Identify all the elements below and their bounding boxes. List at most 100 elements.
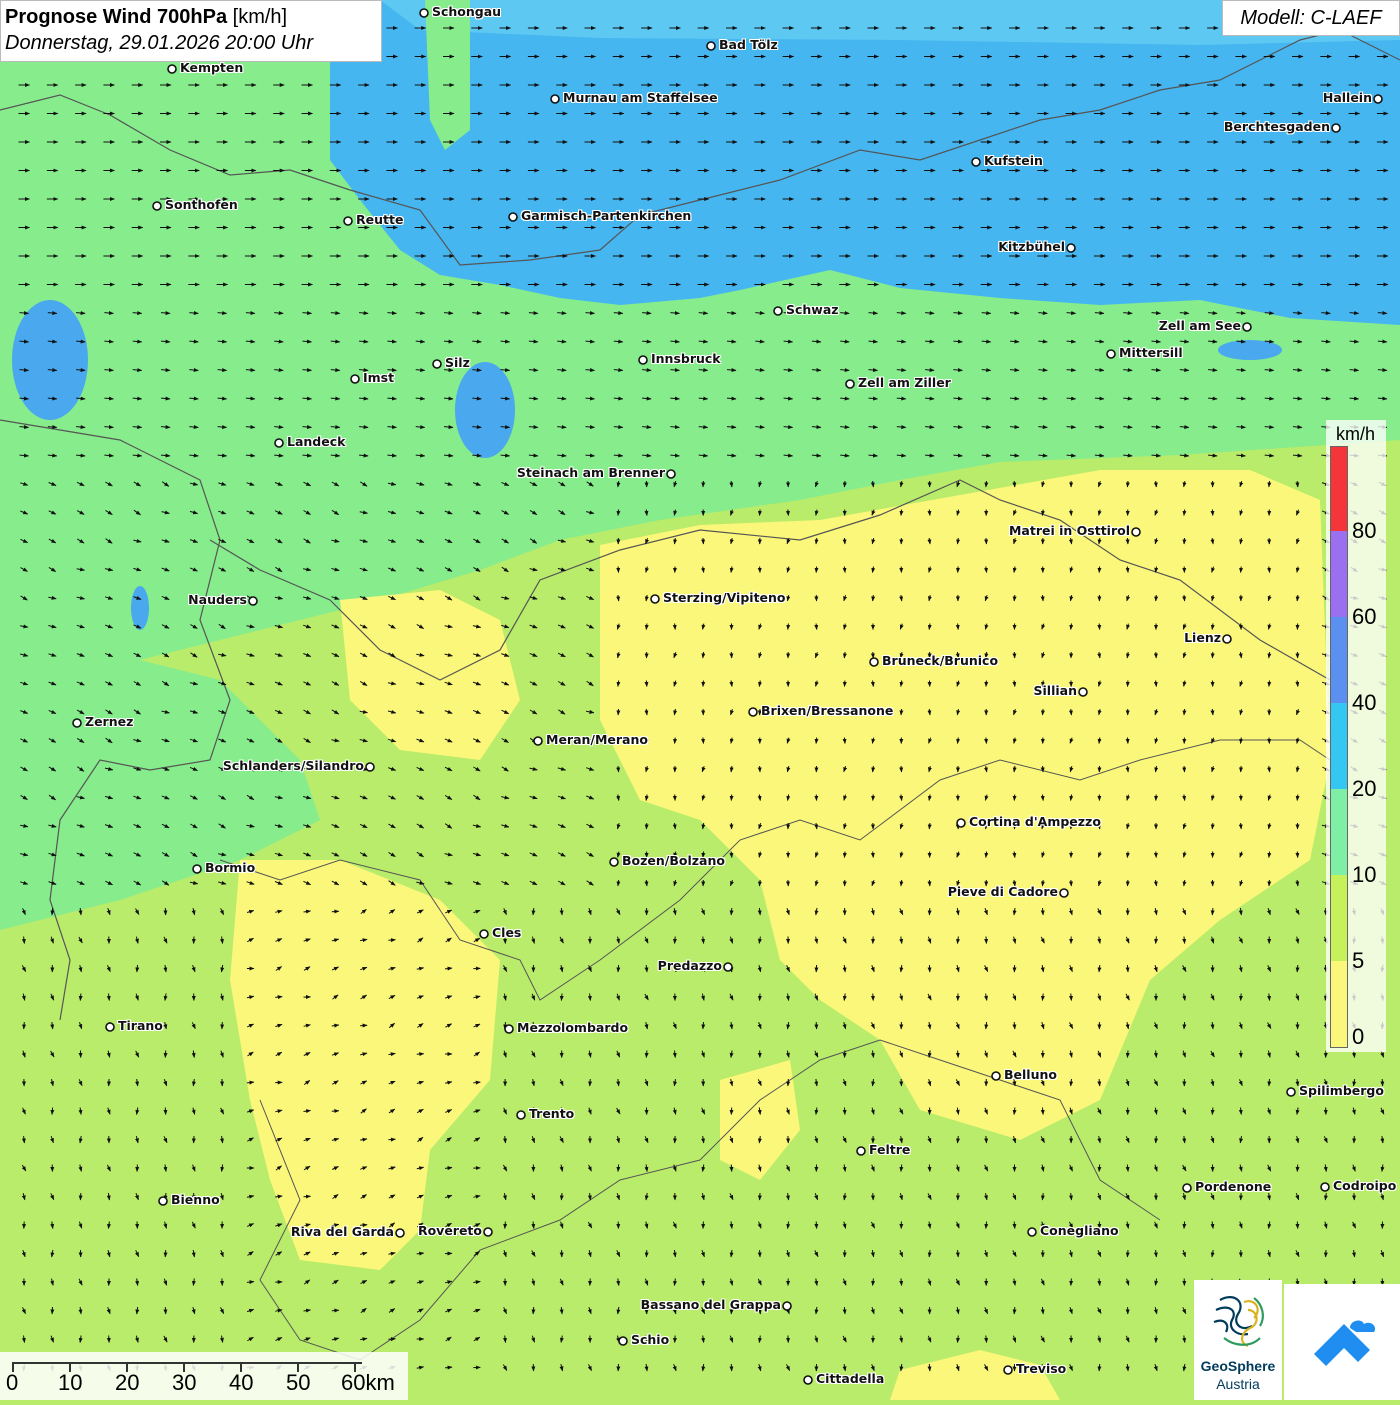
model-label: Modell: C-LAEF bbox=[1222, 0, 1400, 36]
wind-arrow bbox=[1127, 1250, 1128, 1257]
wind-arrow bbox=[1014, 595, 1015, 601]
wind-arrow bbox=[590, 1079, 591, 1086]
wind-arrow bbox=[873, 852, 874, 858]
wind-arrow bbox=[646, 510, 647, 516]
city-label: Kitzbühel bbox=[998, 240, 1065, 254]
wind-arrow bbox=[929, 1165, 930, 1172]
wind-arrow bbox=[844, 481, 845, 487]
city-dot bbox=[749, 708, 757, 716]
city-label: Meran/Merano bbox=[546, 733, 648, 747]
map-title: Prognose Wind 700hPa bbox=[5, 6, 227, 28]
zone-20-40 bbox=[330, 0, 1400, 325]
wind-arrow bbox=[561, 994, 562, 1001]
city-label: Silz bbox=[445, 356, 470, 370]
wind-arrow bbox=[388, 1339, 395, 1340]
forecast-datetime: Donnerstag, 29.01.2026 20:00 Uhr bbox=[5, 30, 381, 56]
city-dot bbox=[420, 9, 428, 17]
wind-arrow bbox=[646, 1051, 647, 1058]
wind-arrow bbox=[1184, 595, 1185, 601]
city-dot bbox=[480, 930, 488, 938]
city-dot bbox=[106, 1023, 114, 1031]
wind-arrow bbox=[1071, 1279, 1072, 1286]
city-label: Berchtesgaden bbox=[1224, 120, 1330, 134]
legend-label-80: 80 bbox=[1352, 520, 1376, 542]
city-label: Mittersill bbox=[1119, 346, 1183, 360]
wind-arrow bbox=[1099, 1079, 1100, 1086]
wind-arrow bbox=[958, 1051, 959, 1058]
city-dot bbox=[517, 1111, 525, 1119]
wind-arrow bbox=[1241, 994, 1242, 1001]
city-dot bbox=[1287, 1088, 1295, 1096]
city-dot bbox=[1067, 244, 1075, 252]
app-logo[interactable] bbox=[1284, 1284, 1400, 1400]
legend-segment bbox=[1331, 447, 1347, 531]
wind-arrow bbox=[1043, 595, 1044, 601]
wind-arrow bbox=[1156, 595, 1157, 601]
city-label: Schlanders/Silandro bbox=[223, 759, 364, 773]
city-label: Spilimbergo bbox=[1299, 1084, 1384, 1098]
city-dot bbox=[972, 158, 980, 166]
city-label: Bad Tölz bbox=[719, 38, 778, 52]
geosphere-logo[interactable]: GeoSphere Austria bbox=[1194, 1280, 1282, 1400]
city-label: Schio bbox=[631, 1333, 669, 1347]
city-dot bbox=[1060, 889, 1068, 897]
city-dot bbox=[153, 202, 161, 210]
wind-arrow bbox=[1014, 1022, 1015, 1029]
wind-arrow bbox=[986, 738, 987, 744]
city-label: Bozen/Bolzano bbox=[622, 854, 725, 868]
wind-arrow bbox=[618, 1165, 619, 1172]
city-dot bbox=[73, 719, 81, 727]
legend-segment bbox=[1331, 789, 1347, 875]
scale-line bbox=[12, 1362, 362, 1364]
wind-arrow bbox=[1014, 481, 1015, 487]
wind-arrow bbox=[561, 908, 562, 915]
city-dot bbox=[1004, 1366, 1012, 1374]
scale-label-20: 20 bbox=[115, 1370, 139, 1396]
city-label: Imst bbox=[363, 371, 394, 385]
city-label: Landeck bbox=[287, 435, 345, 449]
city-dot bbox=[193, 865, 201, 873]
legend-label-0: 0 bbox=[1352, 1026, 1364, 1048]
city-dot bbox=[1321, 1183, 1329, 1191]
wind-arrow bbox=[1241, 823, 1242, 829]
scale-label-0: 0 bbox=[6, 1370, 18, 1396]
lake-zell bbox=[1218, 340, 1282, 360]
wind-arrow bbox=[731, 852, 732, 858]
wind-arrow bbox=[561, 1193, 562, 1200]
wind-arrow bbox=[1269, 481, 1270, 487]
wind-arrow bbox=[1241, 567, 1242, 573]
wind-arrow bbox=[1297, 595, 1298, 601]
legend-label-5: 5 bbox=[1352, 950, 1364, 972]
wind-arrow bbox=[1184, 1022, 1185, 1029]
city-dot bbox=[1332, 124, 1340, 132]
legend-segment bbox=[1331, 961, 1347, 1047]
wind-arrow bbox=[760, 510, 761, 516]
wind-arrow bbox=[675, 738, 676, 744]
wind-arrow bbox=[901, 709, 902, 715]
wind-arrow bbox=[1099, 1165, 1100, 1172]
wind-arrow bbox=[958, 624, 959, 630]
legend-segment bbox=[1331, 617, 1347, 703]
city-label: Cles bbox=[492, 926, 521, 940]
wind-arrow bbox=[1269, 681, 1270, 687]
wind-arrow bbox=[1297, 795, 1298, 801]
city-dot bbox=[344, 217, 352, 225]
city-label: Bormio bbox=[205, 861, 255, 875]
geosphere-logo-subtext: Austria bbox=[1194, 1376, 1282, 1393]
city-label: Feltre bbox=[869, 1143, 910, 1157]
city-label: Sillian bbox=[1034, 684, 1077, 698]
city-dot bbox=[1028, 1228, 1036, 1236]
wind-arrow bbox=[618, 965, 619, 972]
wind-arrow bbox=[958, 1250, 959, 1257]
city-label: Conegliano bbox=[1040, 1224, 1119, 1238]
scale-label-50: 50 bbox=[286, 1370, 310, 1396]
city-label: Zernez bbox=[85, 715, 133, 729]
city-dot bbox=[396, 1229, 404, 1237]
scale-label-60km: 60km bbox=[341, 1370, 395, 1396]
city-label: Treviso bbox=[1016, 1362, 1066, 1376]
scale-label-30: 30 bbox=[172, 1370, 196, 1396]
wind-arrow bbox=[1156, 481, 1157, 487]
scale-label-10: 10 bbox=[58, 1370, 82, 1396]
wind-arrow bbox=[137, 965, 138, 972]
wind-arrow bbox=[1269, 1079, 1270, 1086]
